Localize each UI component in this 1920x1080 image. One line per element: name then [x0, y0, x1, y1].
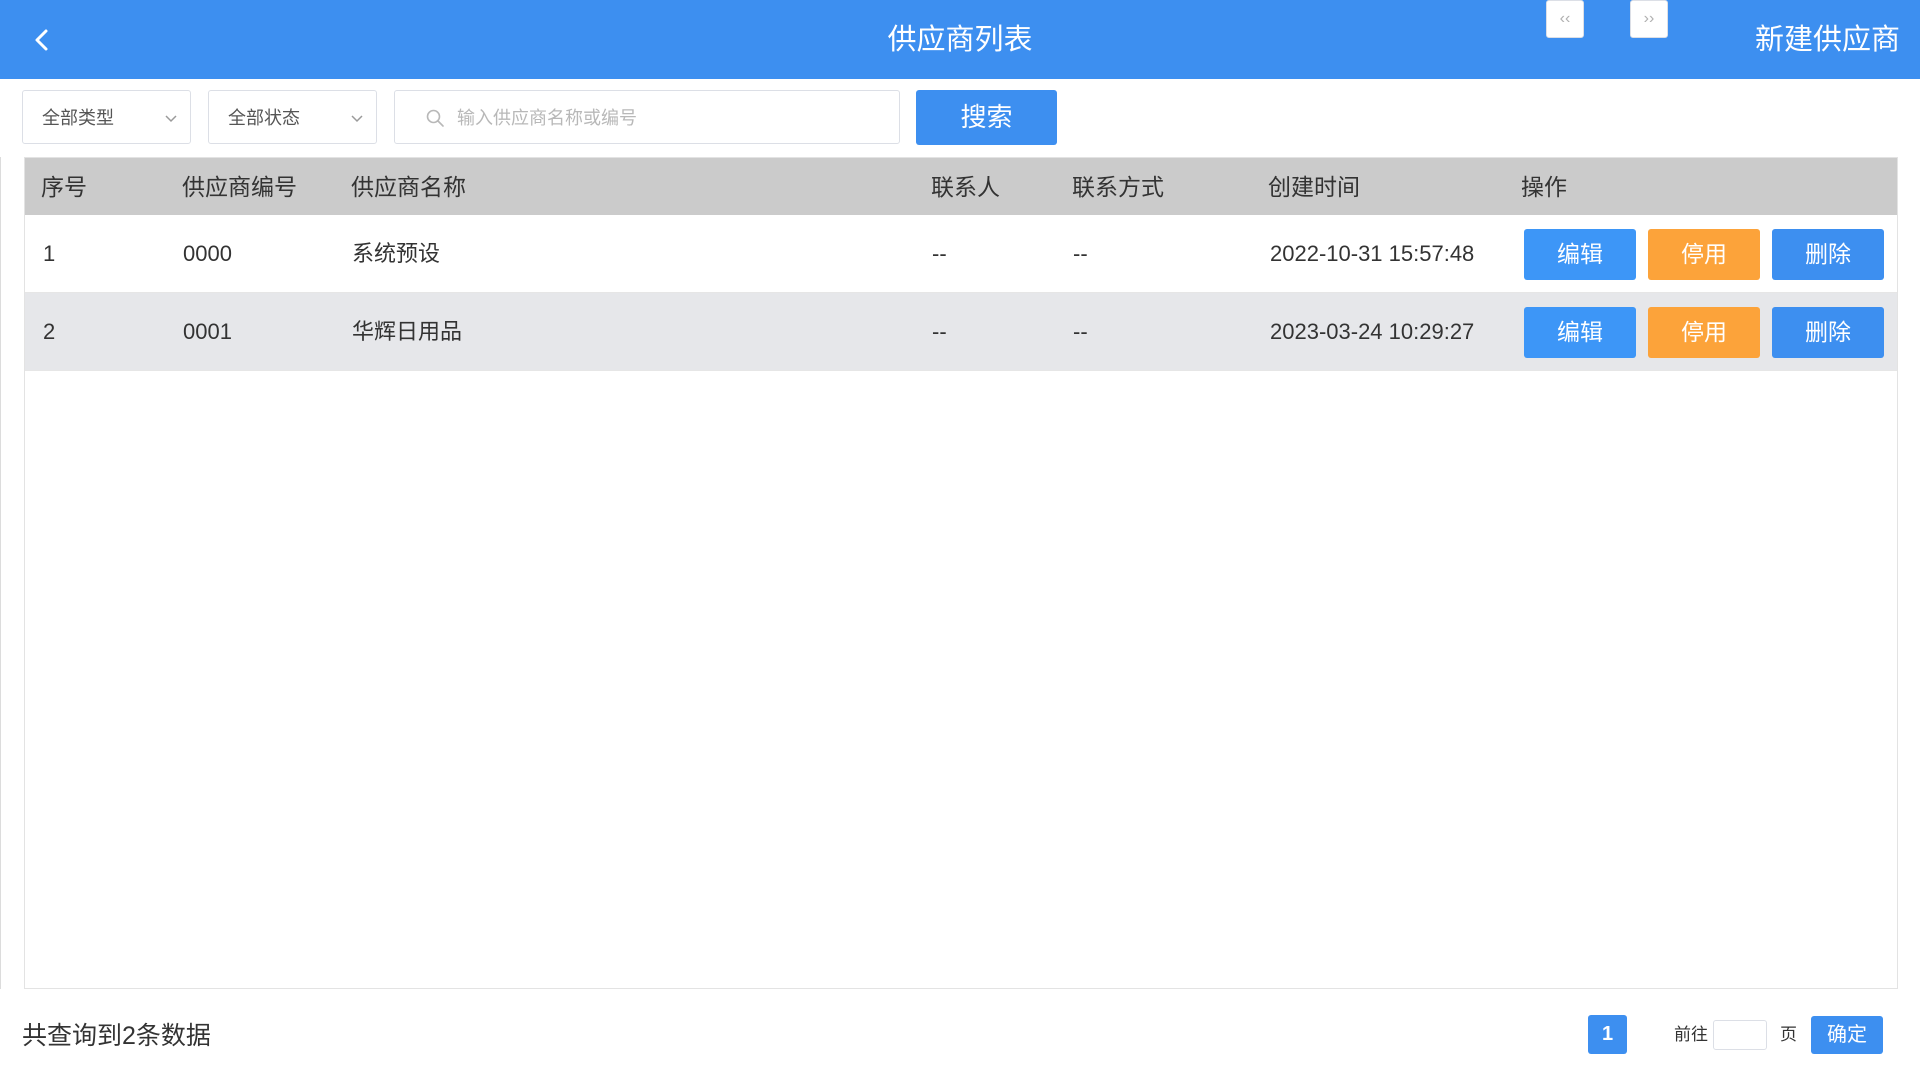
- left-divider: [0, 157, 1, 989]
- column-header-phone: 联系方式: [1072, 174, 1164, 200]
- cell-phone: --: [1073, 319, 1088, 344]
- cell-code: 0001: [183, 319, 232, 344]
- chevron-down-icon: [165, 115, 177, 123]
- table-row: 1 0000 系统预设 -- -- 2022-10-31 15:57:48 编辑…: [25, 215, 1897, 293]
- type-select[interactable]: 全部类型: [22, 90, 191, 144]
- column-header-actions: 操作: [1521, 174, 1567, 200]
- type-select-value: 全部类型: [42, 108, 114, 128]
- delete-button[interactable]: 删除: [1772, 229, 1884, 280]
- chevron-down-icon: [351, 115, 363, 123]
- table-header: 序号 供应商编号 供应商名称 联系人 联系方式 创建时间 操作: [25, 158, 1897, 215]
- disable-button[interactable]: 停用: [1648, 307, 1760, 358]
- prev-page-button[interactable]: ‹‹: [1546, 0, 1584, 38]
- filter-bar: 全部类型 全部状态 搜索: [0, 79, 1920, 157]
- confirm-button[interactable]: 确定: [1811, 1016, 1883, 1054]
- edit-button[interactable]: 编辑: [1524, 229, 1636, 280]
- disable-button[interactable]: 停用: [1648, 229, 1760, 280]
- search-icon: [426, 109, 444, 127]
- cell-created: 2023-03-24 10:29:27: [1270, 319, 1475, 344]
- edit-button[interactable]: 编辑: [1524, 307, 1636, 358]
- status-select[interactable]: 全部状态: [208, 90, 377, 144]
- cell-phone: --: [1073, 241, 1088, 266]
- next-page-button[interactable]: ››: [1630, 0, 1668, 38]
- search-box: [394, 90, 900, 144]
- column-header-code: 供应商编号: [182, 174, 297, 200]
- cell-index: 2: [43, 319, 56, 344]
- table-row: 2 0001 华辉日用品 -- -- 2023-03-24 10:29:27 编…: [25, 293, 1897, 371]
- page-1-button[interactable]: 1: [1588, 1015, 1627, 1054]
- status-select-value: 全部状态: [228, 108, 300, 128]
- cell-contact: --: [932, 241, 947, 266]
- goto-label: 前往: [1674, 1025, 1708, 1044]
- search-input[interactable]: [455, 99, 879, 137]
- new-supplier-button[interactable]: 新建供应商: [1755, 20, 1900, 60]
- cell-name: 系统预设: [352, 241, 441, 266]
- cell-created: 2022-10-31 15:57:48: [1270, 241, 1475, 266]
- cell-code: 0000: [183, 241, 232, 266]
- search-button[interactable]: 搜索: [916, 90, 1057, 145]
- goto-page-input[interactable]: [1713, 1020, 1767, 1050]
- column-header-name: 供应商名称: [351, 174, 466, 200]
- page-unit-label: 页: [1780, 1025, 1797, 1044]
- total-count-text: 共查询到2条数据: [22, 1022, 211, 1050]
- column-header-created: 创建时间: [1268, 174, 1360, 200]
- cell-name: 华辉日用品: [352, 319, 463, 344]
- cell-contact: --: [932, 319, 947, 344]
- supplier-table: 序号 供应商编号 供应商名称 联系人 联系方式 创建时间 操作 1 0000 系…: [24, 157, 1898, 989]
- column-header-contact: 联系人: [931, 174, 1000, 200]
- delete-button[interactable]: 删除: [1772, 307, 1884, 358]
- column-header-index: 序号: [41, 174, 87, 200]
- cell-index: 1: [43, 241, 56, 266]
